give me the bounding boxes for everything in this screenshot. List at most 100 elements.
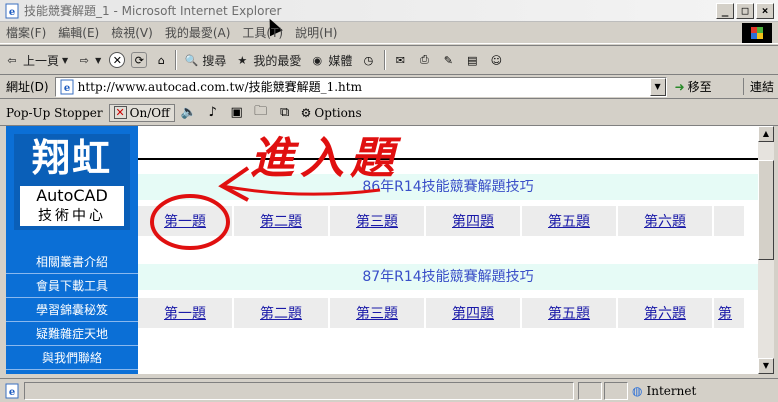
divider bbox=[138, 158, 758, 160]
question-cell: 第四題 bbox=[426, 206, 520, 236]
main-content: 86年R14技能競賽解題技巧 第一題 第二題 第三題 第四題 第五題 第六題 8… bbox=[138, 126, 758, 374]
status-text-panel bbox=[24, 382, 574, 400]
search-button[interactable]: 🔍 搜尋 bbox=[183, 52, 226, 69]
go-arrow-icon: ➜ bbox=[674, 79, 685, 94]
minimize-button[interactable]: _ bbox=[716, 3, 734, 19]
question-link-86-6[interactable]: 第六題 bbox=[644, 211, 686, 231]
back-button[interactable]: ⇦ 上一頁 ▼ bbox=[4, 52, 68, 69]
sidebar-item-books[interactable]: 相關叢書介紹 bbox=[6, 250, 138, 274]
refresh-icon[interactable]: ⟳ bbox=[131, 52, 148, 68]
folder-icon[interactable]: 🗀 bbox=[253, 104, 269, 121]
logo-title: 翔虹 bbox=[31, 136, 112, 180]
scroll-down-button[interactable]: ▼ bbox=[758, 358, 774, 374]
sidebar-item-downloads[interactable]: 會員下載工具 bbox=[6, 274, 138, 298]
history-icon[interactable]: ◷ bbox=[360, 52, 376, 68]
question-cell: 第五題 bbox=[522, 298, 616, 328]
site-logo[interactable]: 翔虹 AutoCAD 技術中心 bbox=[14, 134, 130, 230]
menu-edit[interactable]: 編輯(E) bbox=[58, 24, 99, 41]
sidebar-item-contact[interactable]: 與我們聯絡 bbox=[6, 346, 138, 370]
question-row-86: 第一題 第二題 第三題 第四題 第五題 第六題 bbox=[138, 206, 758, 240]
status-panel bbox=[604, 382, 628, 400]
sidebar-item-tips[interactable]: 學習錦囊秘笈 bbox=[6, 298, 138, 322]
question-link-87-5[interactable]: 第五題 bbox=[548, 303, 590, 323]
scroll-thumb[interactable] bbox=[758, 160, 774, 260]
question-link-87-1[interactable]: 第一題 bbox=[164, 303, 206, 323]
go-button[interactable]: ➜ 移至 bbox=[675, 78, 712, 95]
page-status-icon: e bbox=[5, 383, 19, 398]
address-dropdown-button[interactable]: ▼ bbox=[649, 77, 666, 96]
globe-icon: ◍ bbox=[632, 384, 643, 398]
question-link-87-4[interactable]: 第四題 bbox=[452, 303, 494, 323]
print-icon[interactable]: ⎙ bbox=[416, 52, 432, 68]
music-note-icon[interactable]: ♪ bbox=[205, 105, 221, 121]
question-cell: 第一題 bbox=[138, 298, 232, 328]
home-icon[interactable]: ⌂ bbox=[153, 52, 169, 68]
question-cell: 第六題 bbox=[618, 206, 712, 236]
address-input[interactable]: e http://www.autocad.com.tw/技能競賽解題_1.htm… bbox=[54, 76, 667, 97]
page-icon: e bbox=[60, 79, 74, 94]
popup-blocker-icon: ✕ bbox=[113, 106, 127, 119]
links-button[interactable]: 連結 bbox=[742, 78, 774, 95]
question-cell: 第四題 bbox=[426, 298, 520, 328]
annotation-text: 進入題 bbox=[250, 133, 400, 184]
copy-icon[interactable]: ⧉ bbox=[277, 105, 293, 121]
popup-window-icon[interactable]: ▣ bbox=[229, 105, 245, 121]
question-link-86-5[interactable]: 第五題 bbox=[548, 211, 590, 231]
maximize-button[interactable]: □ bbox=[736, 3, 754, 19]
scroll-up-button[interactable]: ▲ bbox=[758, 126, 774, 142]
popup-onoff-label: On/Off bbox=[129, 105, 170, 120]
sidebar-item-faq[interactable]: 疑難雜症天地 bbox=[6, 322, 138, 346]
menu-view[interactable]: 檢視(V) bbox=[111, 24, 153, 41]
favorites-label: 我的最愛 bbox=[253, 53, 302, 68]
question-link-86-3[interactable]: 第三題 bbox=[356, 211, 398, 231]
ie-page-icon: e bbox=[5, 3, 19, 18]
discuss-icon[interactable]: ▤ bbox=[464, 52, 480, 68]
forward-button[interactable]: ⇨ ▼ bbox=[76, 52, 102, 68]
options-gear-icon: ⚙ bbox=[300, 105, 312, 120]
question-row-87: 第一題 第二題 第三題 第四題 第五題 第六題 第 bbox=[138, 298, 758, 332]
security-zone: ◍ Internet bbox=[632, 382, 696, 400]
favorites-button[interactable]: ★ 我的最愛 bbox=[234, 52, 301, 69]
media-button[interactable]: ◉ 媒體 bbox=[309, 52, 353, 69]
menu-help[interactable]: 說明(H) bbox=[295, 24, 337, 41]
question-cell: 第二題 bbox=[234, 298, 328, 328]
menu-tools[interactable]: 工具(T) bbox=[242, 24, 283, 41]
stop-icon[interactable]: ✕ bbox=[109, 52, 126, 68]
question-cell bbox=[714, 206, 744, 236]
status-bar: e ◍ Internet bbox=[0, 378, 778, 402]
menu-favorites[interactable]: 我的最愛(A) bbox=[165, 24, 231, 41]
question-link-86-1[interactable]: 第一題 bbox=[164, 211, 206, 231]
address-bar: 網址(D) e http://www.autocad.com.tw/技能競賽解題… bbox=[0, 75, 778, 99]
popup-stopper-label: Pop-Up Stopper bbox=[6, 105, 103, 120]
menu-file[interactable]: 檔案(F) bbox=[6, 24, 46, 41]
question-link-86-4[interactable]: 第四題 bbox=[452, 211, 494, 231]
zone-label: Internet bbox=[646, 384, 697, 398]
go-label: 移至 bbox=[687, 80, 712, 94]
forward-arrow-icon: ⇨ bbox=[79, 53, 89, 67]
question-cell: 第三題 bbox=[330, 298, 424, 328]
status-panel bbox=[578, 382, 602, 400]
section-title-87: 87年R14技能競賽解題技巧 bbox=[138, 264, 758, 290]
close-button[interactable]: × bbox=[756, 3, 774, 19]
search-label: 搜尋 bbox=[202, 53, 227, 68]
question-cell: 第六題 bbox=[618, 298, 712, 328]
question-link-87-3[interactable]: 第三題 bbox=[356, 303, 398, 323]
address-label: 網址(D) bbox=[6, 80, 49, 94]
edit-icon[interactable]: ✎ bbox=[440, 52, 456, 68]
messenger-icon[interactable]: ☺ bbox=[488, 52, 504, 68]
question-link-87-2[interactable]: 第二題 bbox=[260, 303, 302, 323]
title-bar: e 技能競賽解題_1 - Microsoft Internet Explorer… bbox=[0, 0, 778, 22]
question-cell: 第二題 bbox=[234, 206, 328, 236]
standard-toolbar: ⇦ 上一頁 ▼ ⇨ ▼ ✕ ⟳ ⌂ 🔍 搜尋 ★ 我的最愛 ◉ 媒體 ◷ ✉ ⎙… bbox=[0, 45, 778, 75]
popup-onoff-button[interactable]: ✕ On/Off bbox=[108, 103, 175, 122]
question-link-87-7[interactable]: 第 bbox=[718, 303, 732, 323]
menu-bar: 檔案(F) 編輯(E) 檢視(V) 我的最愛(A) 工具(T) 說明(H) bbox=[0, 22, 778, 44]
question-link-87-6[interactable]: 第六題 bbox=[644, 303, 686, 323]
address-url: http://www.autocad.com.tw/技能競賽解題_1.htm bbox=[77, 80, 362, 94]
question-link-86-2[interactable]: 第二題 bbox=[260, 211, 302, 231]
popup-options-button[interactable]: ⚙ Options bbox=[301, 106, 362, 120]
svg-text:e: e bbox=[9, 387, 15, 398]
vertical-scrollbar[interactable]: ▲ ▼ bbox=[758, 126, 774, 374]
speaker-icon[interactable]: 🔈 bbox=[181, 105, 197, 121]
mail-icon[interactable]: ✉ bbox=[392, 52, 408, 68]
